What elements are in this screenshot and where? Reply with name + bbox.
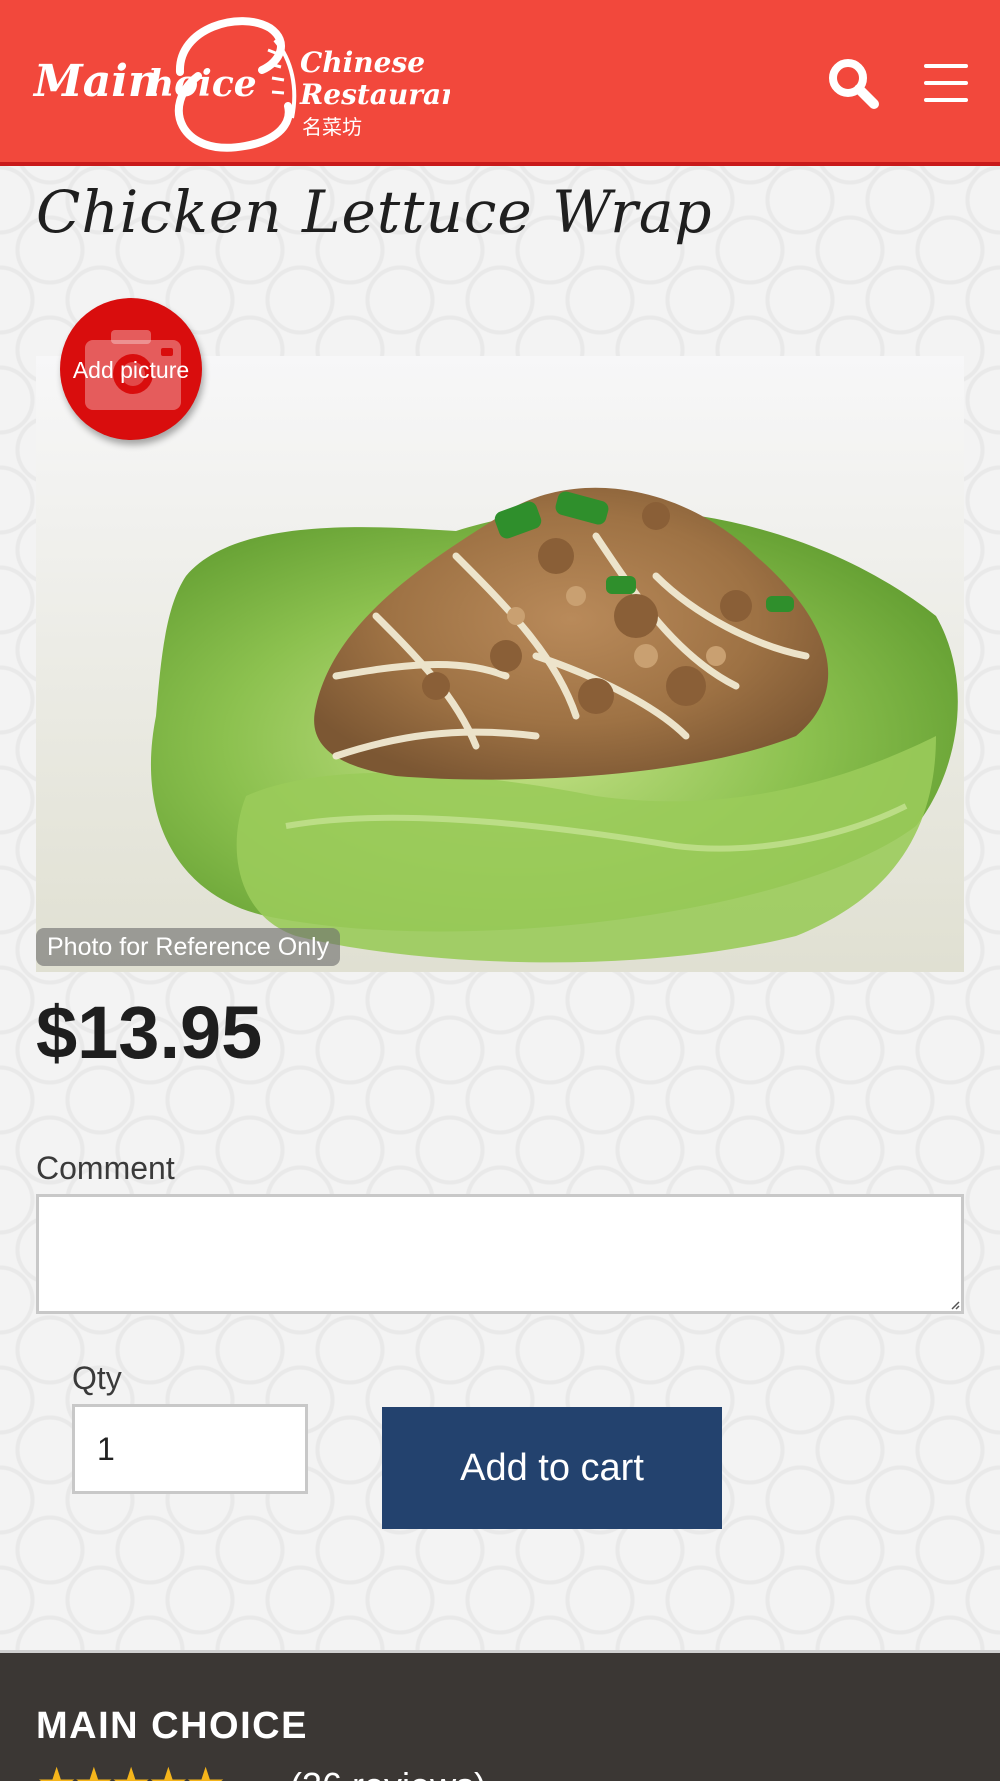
restaurant-logo[interactable]: Main hoice Chinese Restaurant 名菜坊	[30, 10, 475, 155]
comment-input[interactable]	[36, 1194, 964, 1314]
footer-restaurant-name: MAIN CHOICE	[36, 1705, 308, 1747]
comment-label: Comment	[36, 1150, 175, 1186]
logo-chinese-characters: 名菜坊	[302, 115, 362, 139]
site-header: Main hoice Chinese Restaurant 名菜坊	[0, 0, 1000, 166]
menu-line	[924, 81, 968, 85]
add-picture-button[interactable]: Add picture	[60, 298, 202, 440]
photo-caption: Photo for Reference Only	[36, 928, 341, 966]
menu-line	[924, 64, 968, 68]
logo-graphic: Main hoice Chinese Restaurant 名菜坊	[32, 17, 475, 152]
rating-stars-icon[interactable]: ★★★★★	[36, 1761, 226, 1781]
review-count-link[interactable]: (36 reviews)	[290, 1765, 486, 1781]
qty-label: Qty	[72, 1360, 122, 1396]
site-footer: MAIN CHOICE ★★★★★ (36 reviews)	[0, 1650, 1000, 1781]
search-icon[interactable]	[826, 56, 882, 112]
product-photo: Photo for Reference Only	[36, 356, 964, 972]
qty-input[interactable]	[72, 1404, 308, 1494]
logo-choice-text: hoice	[148, 63, 257, 105]
add-picture-label: Add picture	[72, 357, 190, 383]
resize-grip-icon[interactable]	[950, 1300, 960, 1310]
product-title: Chicken Lettuce Wrap	[36, 178, 713, 246]
logo-chinese-text: Chinese	[300, 46, 425, 79]
logo-main-text: Main	[32, 56, 160, 107]
logo-restaurant-text: Restaurant	[299, 78, 450, 111]
hamburger-menu-icon[interactable]	[924, 62, 970, 104]
product-price: $13.95	[36, 991, 263, 1074]
lettuce-wrap-illustration	[36, 356, 964, 972]
add-to-cart-button[interactable]: Add to cart	[382, 1407, 722, 1529]
menu-line	[924, 98, 968, 102]
